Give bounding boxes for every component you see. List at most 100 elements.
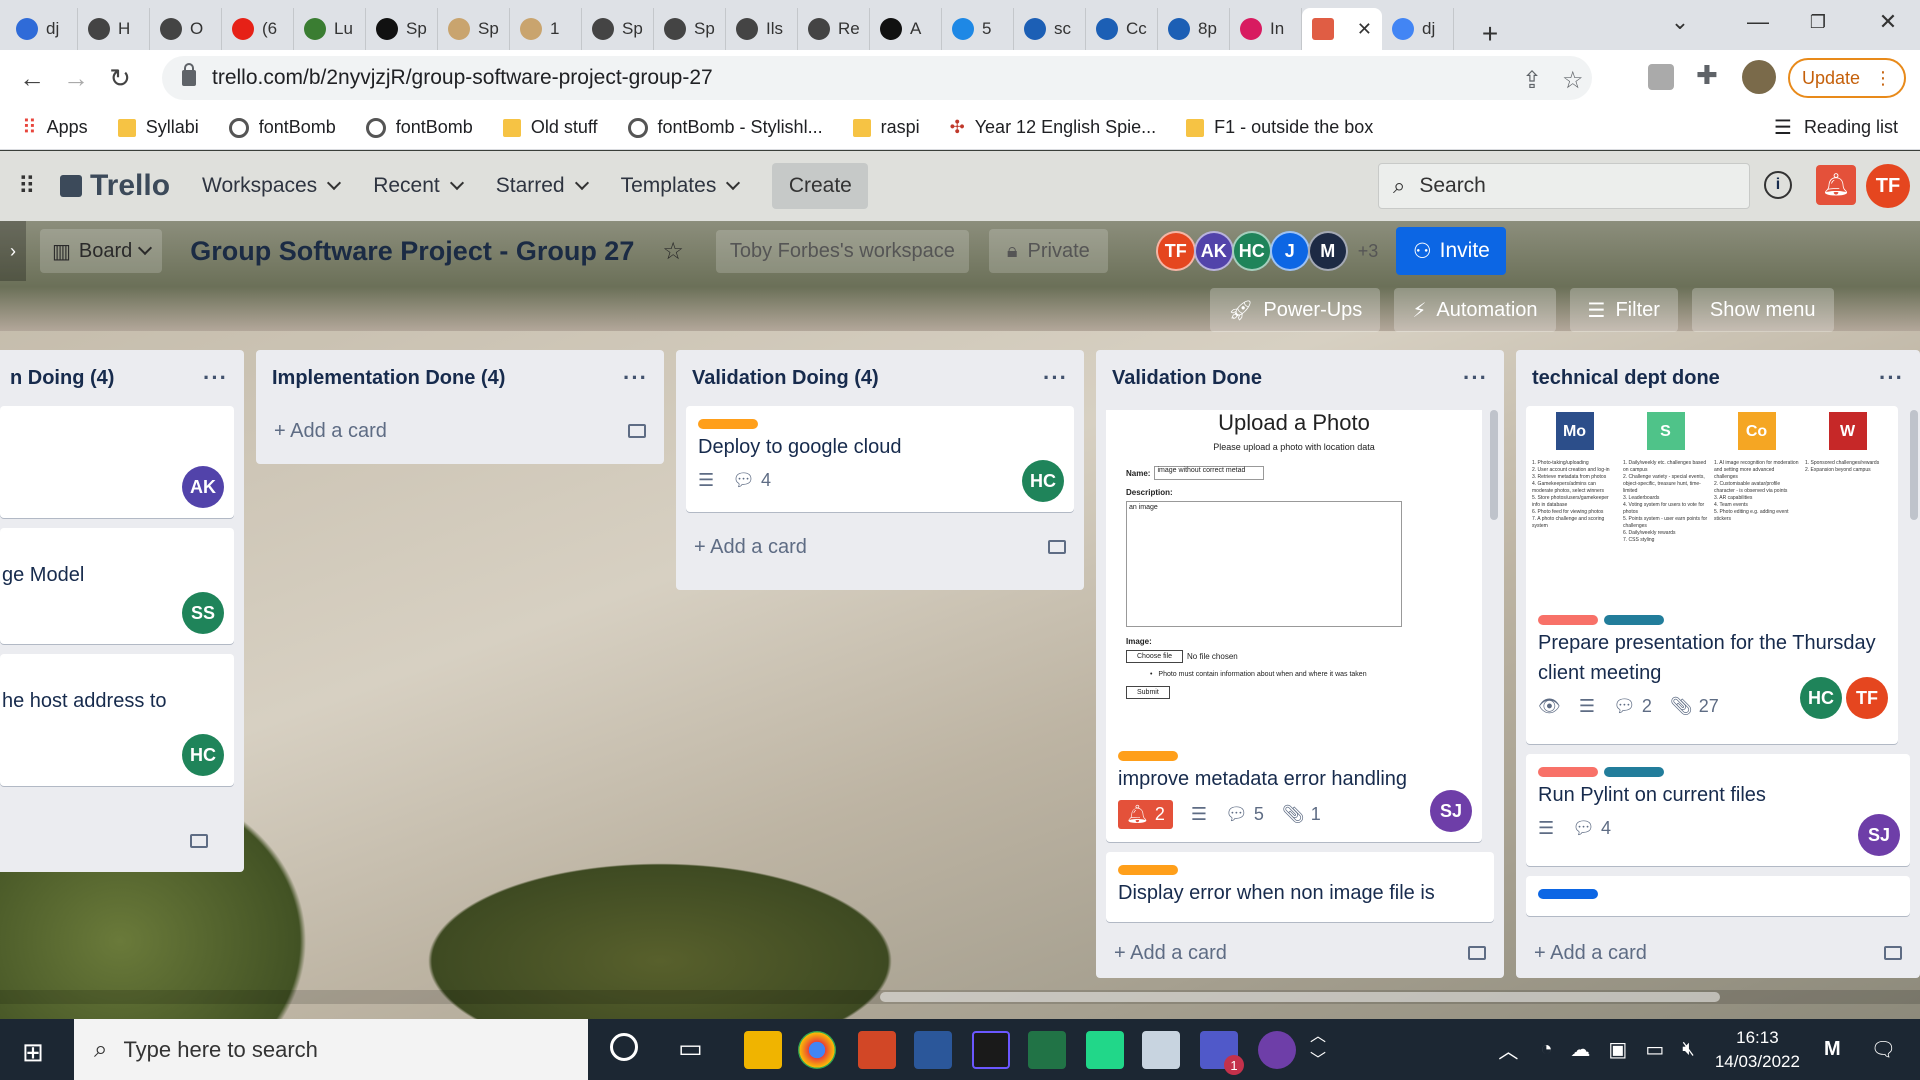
- url-bar[interactable]: trello.com/b/2nyvjzjR/group-software-pro…: [162, 56, 1592, 100]
- card-template-icon[interactable]: [1048, 540, 1066, 554]
- browser-tab[interactable]: 1: [510, 8, 582, 50]
- close-tab-icon[interactable]: ✕: [1357, 19, 1372, 40]
- card-label[interactable]: [1118, 751, 1178, 761]
- reload-icon[interactable]: ↻: [98, 56, 142, 100]
- bookmark-star-icon[interactable]: ☆: [1562, 66, 1584, 95]
- browser-tab[interactable]: sc: [1014, 8, 1086, 50]
- browser-tab[interactable]: Re: [798, 8, 870, 50]
- browser-tab[interactable]: Sp: [438, 8, 510, 50]
- nav-templates[interactable]: Templates: [621, 174, 741, 198]
- card-improve-metadata[interactable]: Upload a Photo Please upload a photo wit…: [1106, 410, 1482, 842]
- github-desktop-icon[interactable]: [1258, 1031, 1296, 1069]
- bookmark-item[interactable]: fontBomb - Stylishl...: [627, 117, 823, 138]
- card-member-avatar[interactable]: HC: [1022, 460, 1064, 502]
- board-view-switcher[interactable]: ▥ Board: [40, 229, 163, 273]
- list-menu-icon[interactable]: ···: [623, 365, 648, 391]
- task-view-icon[interactable]: ▭: [678, 1033, 703, 1064]
- add-card-button[interactable]: + Add a card: [266, 406, 654, 456]
- teams-icon[interactable]: 1: [1200, 1031, 1244, 1075]
- minimize-icon[interactable]: —: [1728, 0, 1788, 44]
- board-member-avatar[interactable]: M: [1307, 231, 1348, 271]
- nav-recent[interactable]: Recent: [373, 174, 464, 198]
- bookmark-item[interactable]: raspi: [852, 117, 920, 138]
- card-label[interactable]: [1538, 889, 1598, 899]
- card-partial[interactable]: [1526, 876, 1910, 916]
- board-member-avatar[interactable]: J: [1269, 231, 1310, 271]
- browser-tab[interactable]: A: [870, 8, 942, 50]
- user-avatar[interactable]: TF: [1866, 164, 1910, 208]
- forward-icon[interactable]: →: [54, 56, 98, 100]
- action-center-icon[interactable]: 🗨︎: [1871, 1037, 1896, 1062]
- card-display-error[interactable]: Display error when non image file is: [1106, 852, 1494, 922]
- bookmark-item[interactable]: ✣ Year 12 English Spie...: [950, 117, 1157, 138]
- board-member-avatar[interactable]: AK: [1193, 231, 1234, 271]
- card-member-avatar[interactable]: SJ: [1430, 790, 1472, 832]
- taskbar-search[interactable]: ⌕ Type here to search: [74, 1019, 588, 1080]
- bookmark-item[interactable]: Syllabi: [117, 117, 199, 138]
- extensions-puzzle-icon[interactable]: ✚: [1696, 60, 1718, 91]
- browser-tab[interactable]: Sp: [582, 8, 654, 50]
- card-member-avatar[interactable]: HC: [182, 734, 224, 776]
- card-label[interactable]: [698, 419, 758, 429]
- word-icon[interactable]: [914, 1031, 952, 1069]
- browser-tab[interactable]: Sp: [654, 8, 726, 50]
- card-item[interactable]: AK: [0, 406, 234, 518]
- create-button[interactable]: Create: [772, 163, 869, 209]
- search-input[interactable]: ⌕ Search: [1378, 163, 1750, 209]
- card-template-icon[interactable]: [1884, 946, 1902, 960]
- browser-tab[interactable]: dj: [1382, 8, 1454, 50]
- update-button[interactable]: Update ⋮: [1788, 58, 1906, 98]
- browser-tab[interactable]: O: [150, 8, 222, 50]
- card-item[interactable]: he host address to HC: [0, 654, 234, 786]
- info-icon[interactable]: i: [1764, 171, 1792, 199]
- bookmark-item[interactable]: fontBomb: [228, 117, 336, 138]
- board-title[interactable]: Group Software Project - Group 27: [190, 236, 634, 267]
- browser-tab[interactable]: Lu: [294, 8, 366, 50]
- restore-icon[interactable]: ❐: [1788, 0, 1848, 44]
- reading-list[interactable]: ☰ Reading list: [1774, 115, 1898, 140]
- trello-logo[interactable]: Trello: [60, 169, 170, 203]
- volume-muted-icon[interactable]: 🔇︎: [1682, 1038, 1695, 1061]
- list-scrollbar[interactable]: [1490, 410, 1498, 520]
- nav-starred[interactable]: Starred: [496, 174, 589, 198]
- card-deploy-google-cloud[interactable]: Deploy to google cloud ☰ 💬︎ 4 HC: [686, 406, 1074, 512]
- url-text[interactable]: trello.com/b/2nyvjzjR/group-software-pro…: [212, 66, 713, 90]
- card-label[interactable]: [1118, 865, 1178, 875]
- malwarebytes-icon[interactable]: M: [1824, 1038, 1841, 1061]
- intellij-icon[interactable]: [972, 1031, 1010, 1069]
- powerpoint-icon[interactable]: [858, 1031, 896, 1069]
- display-icon[interactable]: ▣: [1608, 1037, 1627, 1062]
- excel-icon[interactable]: [1028, 1031, 1066, 1069]
- board-scrollbar-thumb[interactable]: [880, 992, 1720, 1002]
- notifications-bell-icon[interactable]: 🔔︎: [1816, 165, 1856, 205]
- list-title[interactable]: Implementation Done (4): [272, 367, 505, 390]
- card-member-avatar[interactable]: HC: [1800, 677, 1842, 719]
- list-scrollbar[interactable]: [1910, 410, 1918, 520]
- list-title[interactable]: Validation Done: [1112, 367, 1262, 390]
- nav-workspaces[interactable]: Workspaces: [202, 174, 342, 198]
- card-label[interactable]: [1604, 615, 1664, 625]
- add-card-button[interactable]: + Add a card: [1106, 928, 1494, 978]
- sidebar-expand-icon[interactable]: ›: [0, 221, 26, 281]
- card-label[interactable]: [1604, 767, 1664, 777]
- pycharm-icon[interactable]: [1086, 1031, 1124, 1069]
- card-template-icon[interactable]: [190, 834, 208, 848]
- profile-avatar[interactable]: [1742, 60, 1776, 94]
- power-ups-button[interactable]: 🚀︎ Power-Ups: [1210, 288, 1381, 332]
- close-window-icon[interactable]: ✕: [1858, 0, 1918, 44]
- add-card-button[interactable]: + Add a card: [686, 522, 1074, 572]
- list-title[interactable]: n Doing (4): [10, 367, 114, 390]
- filter-button[interactable]: ☰ Filter: [1569, 288, 1678, 332]
- card-run-pylint[interactable]: Run Pylint on current files ☰ 💬︎ 4 SJ: [1526, 754, 1910, 866]
- list-title[interactable]: Validation Doing (4): [692, 367, 879, 390]
- chrome-icon[interactable]: [798, 1031, 836, 1069]
- browser-tab[interactable]: 8p: [1158, 8, 1230, 50]
- invite-button[interactable]: ⚇ Invite: [1396, 227, 1507, 275]
- workspace-button[interactable]: Toby Forbes's workspace: [715, 229, 969, 273]
- card-label[interactable]: [1538, 615, 1598, 625]
- tab-search-icon[interactable]: ⌄: [1650, 0, 1710, 44]
- bookmark-item[interactable]: F1 - outside the box: [1186, 117, 1373, 138]
- list-menu-icon[interactable]: ···: [1463, 365, 1488, 391]
- bookmark-item[interactable]: Old stuff: [502, 117, 598, 138]
- extension-icon[interactable]: [1648, 64, 1674, 90]
